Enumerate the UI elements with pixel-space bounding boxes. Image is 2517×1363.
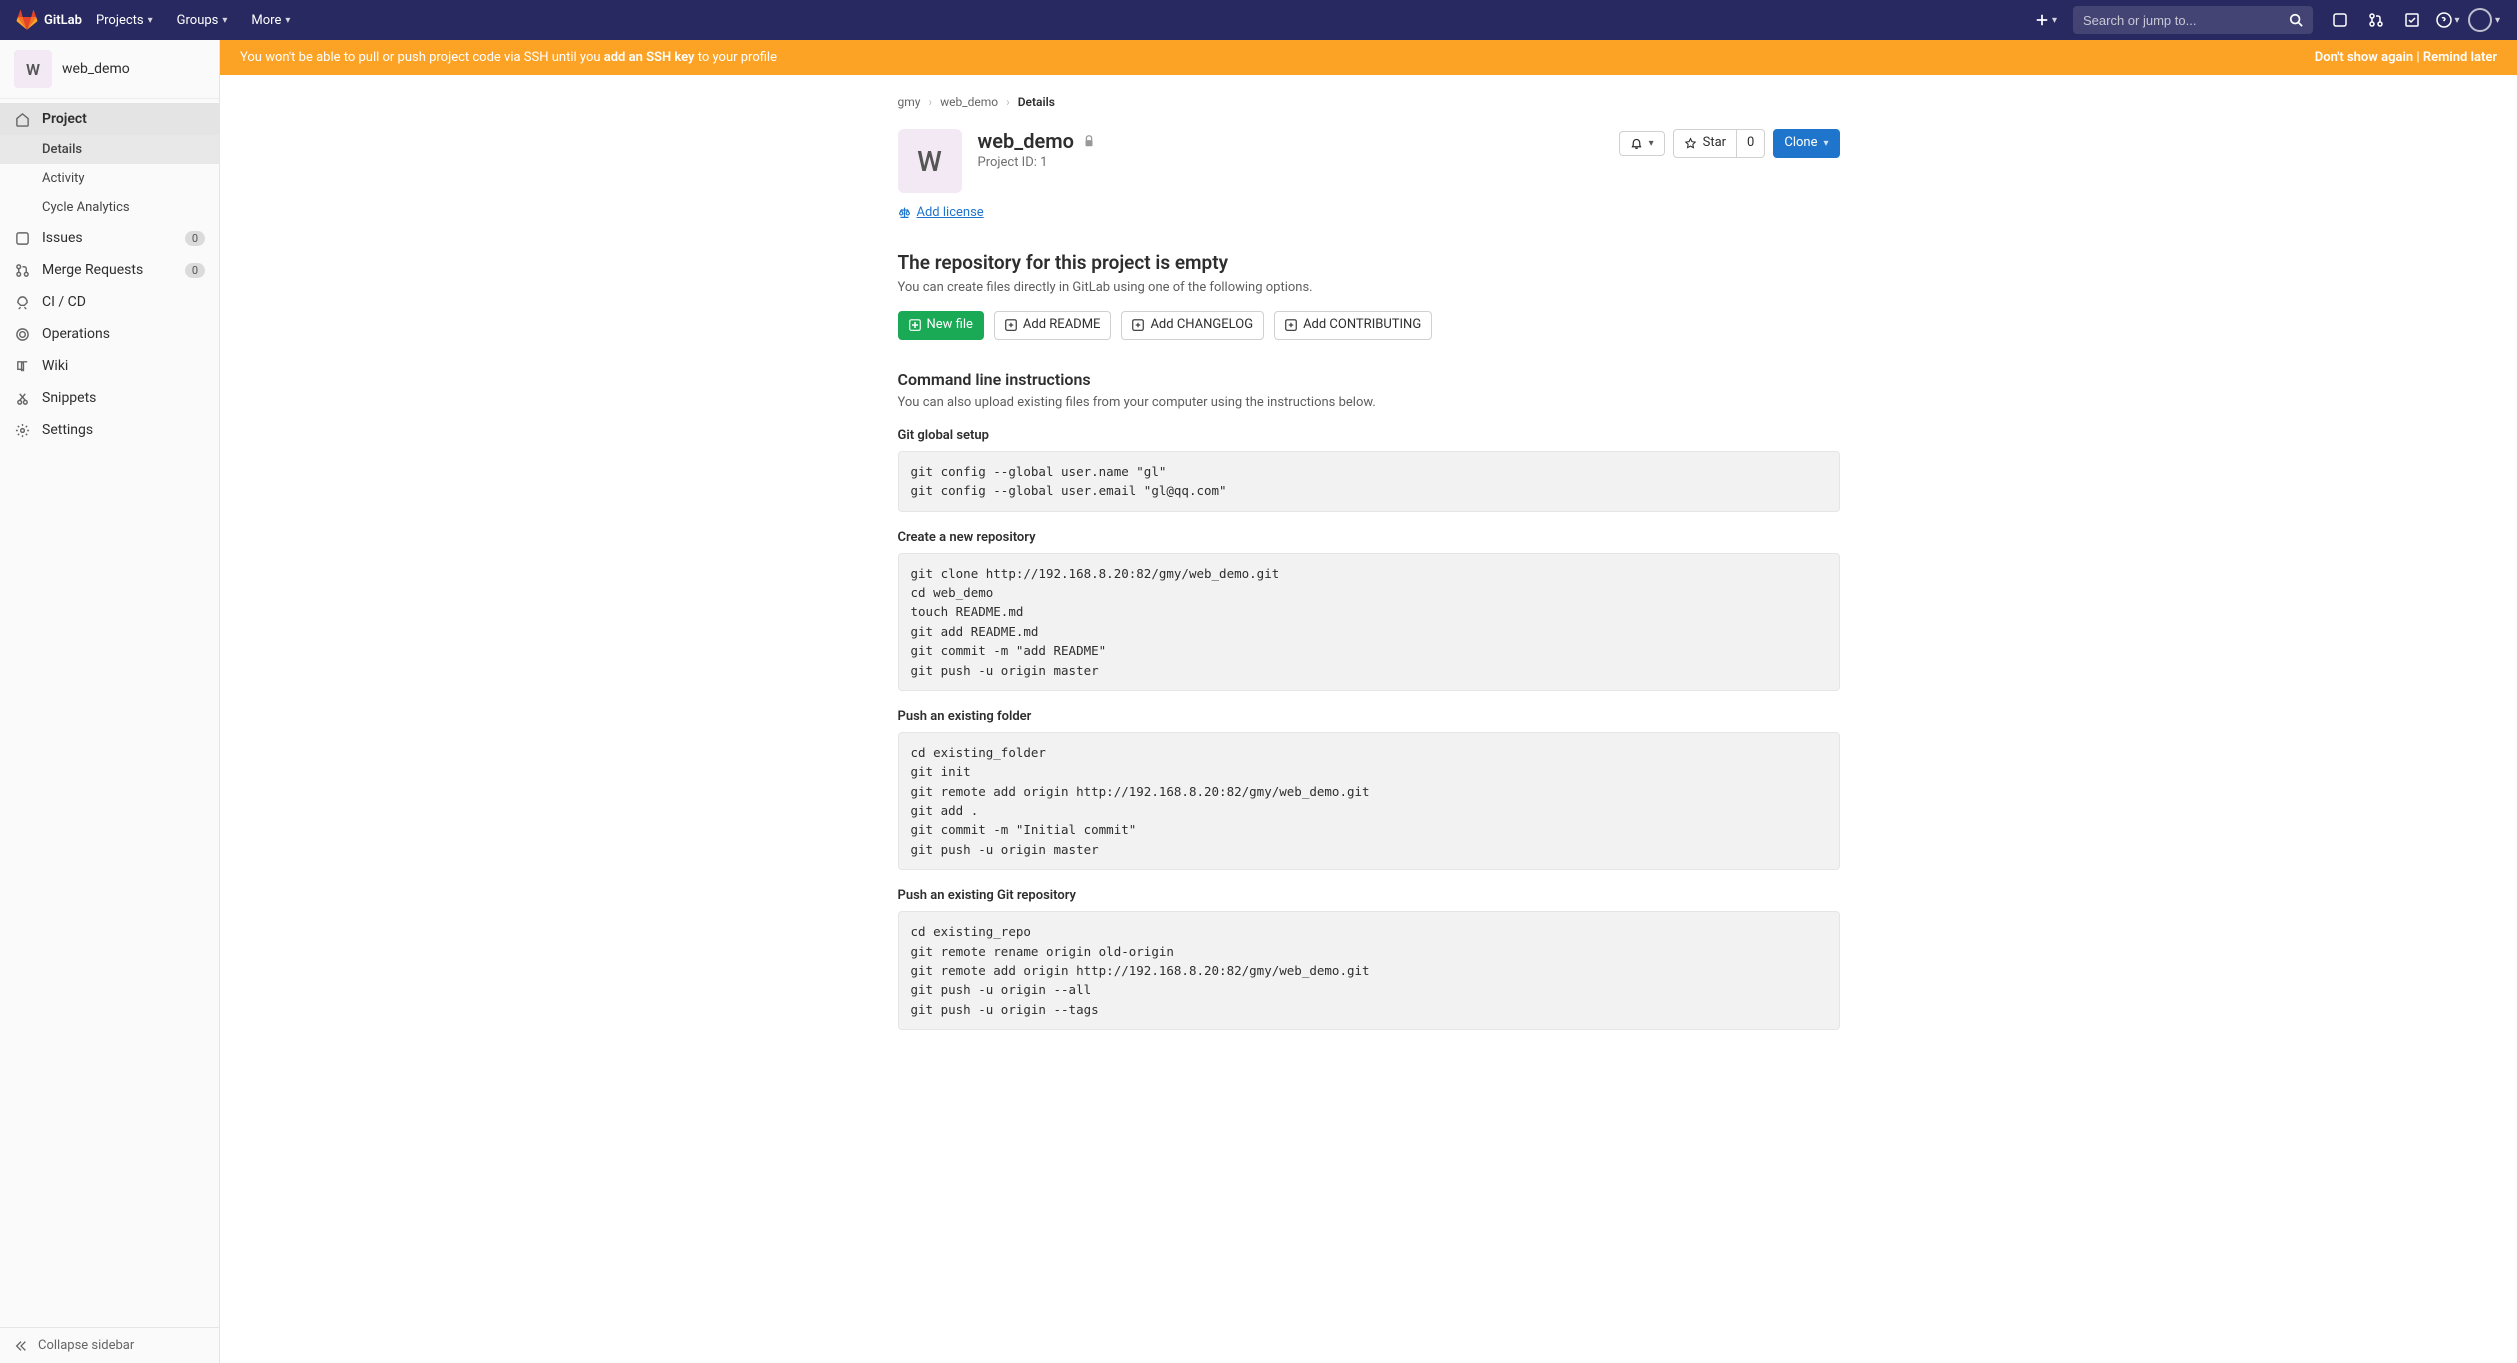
add-readme-button[interactable]: Add README: [994, 311, 1112, 340]
add-changelog-button[interactable]: Add CHANGELOG: [1121, 311, 1264, 340]
sidebar-sub-details[interactable]: Details: [0, 135, 219, 164]
sidebar-item-settings[interactable]: Settings: [0, 414, 219, 446]
chevron-down-icon: ▾: [2495, 15, 2500, 26]
project-title: web_demo: [978, 129, 1096, 153]
create-repo-title: Create a new repository: [898, 530, 1840, 545]
chevron-down-icon: ▾: [285, 15, 290, 26]
push-folder-code[interactable]: cd existing_folder git init git remote a…: [898, 732, 1840, 870]
chevron-down-icon: ▾: [222, 15, 227, 26]
sidebar-project-name: web_demo: [62, 61, 130, 77]
breadcrumb: gmy › web_demo › Details: [898, 95, 1840, 109]
home-icon: [14, 112, 30, 127]
sidebar-sub-cycle-analytics[interactable]: Cycle Analytics: [0, 193, 219, 222]
global-navbar: GitLab Projects ▾ Groups ▾ More ▾ ▾: [0, 0, 2517, 40]
lock-icon: [1082, 134, 1096, 148]
push-repo-code[interactable]: cd existing_repo git remote rename origi…: [898, 911, 1840, 1030]
collapse-sidebar-button[interactable]: Collapse sidebar: [0, 1327, 219, 1363]
chevron-down-icon: ▾: [2052, 15, 2057, 26]
bell-icon: [1630, 137, 1643, 150]
plus-square-icon: [909, 319, 921, 331]
sidebar-sub-activity[interactable]: Activity: [0, 164, 219, 193]
project-id-label: Project ID: 1: [978, 155, 1096, 170]
snippets-icon: [14, 391, 30, 406]
book-icon: [14, 359, 30, 374]
nav-mr-icon[interactable]: [2359, 0, 2393, 40]
sidebar-item-operations[interactable]: Operations: [0, 318, 219, 350]
push-repo-title: Push an existing Git repository: [898, 888, 1840, 903]
plus-square-icon: [1132, 319, 1144, 331]
issues-badge: 0: [185, 231, 205, 246]
alert-add-ssh-link[interactable]: add an SSH key: [604, 50, 695, 65]
nav-help-icon[interactable]: ▾: [2431, 0, 2465, 40]
plus-square-icon: [1005, 319, 1017, 331]
plus-dropdown[interactable]: ▾: [2029, 0, 2063, 40]
breadcrumb-project[interactable]: web_demo: [940, 95, 998, 109]
alert-suffix: to your profile: [694, 50, 777, 65]
git-global-setup-code[interactable]: git config --global user.name "gl" git c…: [898, 451, 1840, 512]
empty-repo-title: The repository for this project is empty: [898, 251, 1840, 274]
cli-desc: You can also upload existing files from …: [898, 395, 1840, 410]
star-count: 0: [1737, 129, 1765, 158]
project-avatar-small: W: [14, 50, 52, 88]
push-folder-title: Push an existing folder: [898, 709, 1840, 724]
alert-remind-later-link[interactable]: Remind later: [2423, 50, 2497, 65]
sidebar-item-merge-requests[interactable]: Merge Requests 0: [0, 254, 219, 286]
create-repo-code[interactable]: git clone http://192.168.8.20:82/gmy/web…: [898, 553, 1840, 691]
global-search[interactable]: [2073, 6, 2313, 34]
star-icon: [1684, 137, 1697, 150]
sidebar-item-snippets[interactable]: Snippets: [0, 382, 219, 414]
plus-square-icon: [1285, 319, 1297, 331]
sidebar-project-header[interactable]: W web_demo: [0, 40, 219, 99]
sidebar: W web_demo Project Details Activity Cycl…: [0, 40, 220, 1363]
chevron-down-icon: ▾: [1823, 137, 1828, 150]
project-avatar-large: W: [898, 129, 962, 193]
add-contributing-button[interactable]: Add CONTRIBUTING: [1274, 311, 1432, 340]
brand-logo[interactable]: GitLab: [16, 9, 82, 31]
chevron-down-icon: ▾: [1649, 137, 1654, 150]
gear-icon: [14, 423, 30, 438]
chevron-down-icon: ▾: [148, 15, 153, 26]
ssh-key-alert: You won't be able to pull or push projec…: [220, 40, 2517, 75]
nav-todos-icon[interactable]: [2395, 0, 2429, 40]
nav-issues-icon[interactable]: [2323, 0, 2357, 40]
new-file-button[interactable]: New file: [898, 311, 984, 340]
breadcrumb-user[interactable]: gmy: [898, 95, 921, 109]
avatar-icon: [2468, 8, 2492, 32]
clone-dropdown[interactable]: Clone ▾: [1773, 129, 1839, 158]
gitlab-logo-icon: [16, 9, 38, 31]
sidebar-item-cicd[interactable]: CI / CD: [0, 286, 219, 318]
nav-user-avatar[interactable]: ▾: [2467, 0, 2501, 40]
sidebar-item-issues[interactable]: Issues 0: [0, 222, 219, 254]
rocket-icon: [14, 295, 30, 310]
breadcrumb-current: Details: [1018, 95, 1055, 109]
star-button[interactable]: Star: [1673, 129, 1737, 158]
notification-dropdown[interactable]: ▾: [1619, 131, 1665, 156]
cli-title: Command line instructions: [898, 370, 1840, 389]
sidebar-item-project[interactable]: Project: [0, 103, 219, 135]
alert-prefix: You won't be able to pull or push projec…: [240, 50, 604, 65]
operations-icon: [14, 327, 30, 342]
search-icon: [2289, 13, 2303, 27]
mr-badge: 0: [185, 263, 205, 278]
nav-projects[interactable]: Projects ▾: [86, 0, 163, 40]
merge-request-icon: [14, 263, 30, 278]
brand-text: GitLab: [44, 13, 82, 28]
scale-icon: [898, 206, 911, 219]
git-global-setup-title: Git global setup: [898, 428, 1840, 443]
chevron-down-icon: ▾: [2454, 15, 2459, 26]
add-license-link[interactable]: Add license: [898, 205, 984, 220]
nav-groups[interactable]: Groups ▾: [167, 0, 238, 40]
search-input[interactable]: [2083, 13, 2289, 28]
issues-icon: [14, 231, 30, 246]
alert-dont-show-link[interactable]: Don't show again: [2315, 50, 2413, 65]
empty-repo-desc: You can create files directly in GitLab …: [898, 280, 1840, 295]
sidebar-item-wiki[interactable]: Wiki: [0, 350, 219, 382]
nav-more[interactable]: More ▾: [241, 0, 300, 40]
chevron-double-left-icon: [14, 1339, 28, 1353]
